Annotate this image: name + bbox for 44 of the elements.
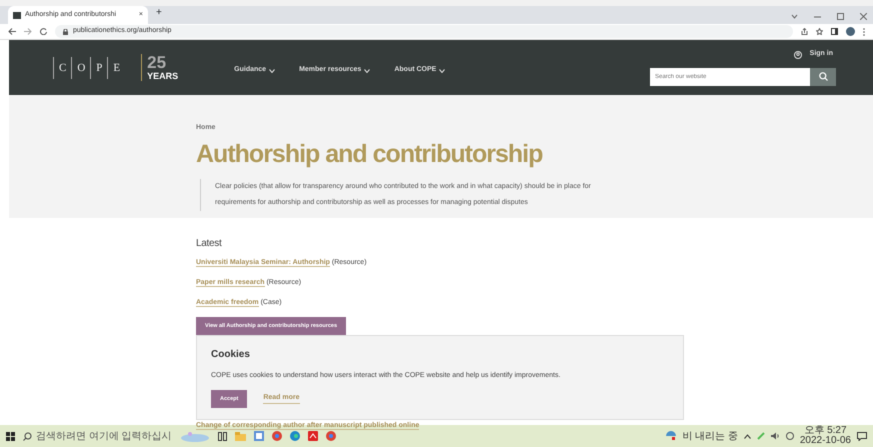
clock-date: 2022-10-06 [800,436,851,446]
windows-logo-icon[interactable] [6,432,15,440]
colored-circle-icon[interactable] [272,431,282,441]
chevron-down-icon [269,68,276,72]
logo-letter: C [53,56,72,78]
cookie-title: Cookies [211,348,251,362]
umbrella-icon [666,431,676,441]
side-panel-icon[interactable] [831,28,838,35]
maximize-icon[interactable] [837,13,844,20]
colored-circle-icon[interactable] [326,431,336,441]
profile-avatar-icon[interactable] [846,27,855,36]
share-icon[interactable] [801,28,808,35]
chevron-down-icon [439,68,446,72]
new-tab-button[interactable]: + [156,5,162,20]
logo-letter: O [71,56,90,78]
app-icon[interactable] [254,431,264,441]
speaker-icon[interactable] [770,432,780,440]
page-title: Authorship and contributorship [196,139,544,170]
favicon-icon [13,12,21,18]
logo-letter: E [107,56,126,78]
notification-icon[interactable] [857,432,867,440]
chevron-down-icon [364,68,370,72]
chevron-up-icon[interactable] [744,434,751,438]
chevron-down-icon[interactable] [791,14,798,19]
logo-letter: P [90,56,108,78]
logo-number: 25 [147,54,168,71]
section-heading: Latest [196,237,223,251]
task-view-icon[interactable] [218,432,227,440]
lock-icon [63,28,68,34]
star-icon[interactable] [816,28,823,35]
back-arrow-icon[interactable] [8,28,16,35]
logo-caption: YEARS [147,71,178,81]
close-icon[interactable] [860,13,867,20]
reload-icon[interactable] [40,28,47,35]
taskbar-search-field[interactable]: 검색하려면 여기에 입력하십시 [23,428,172,444]
search-icon [23,432,32,440]
wave-circle-icon[interactable] [290,431,300,441]
weather-scene-icon [180,430,210,442]
clock-time: 오후 5:27 [804,426,847,436]
user-icon[interactable] [794,50,802,58]
circle-icon[interactable] [786,432,794,440]
search-icon [818,72,828,82]
search-button[interactable] [810,68,836,86]
weather-text: 비 내리는 중 [682,430,738,444]
